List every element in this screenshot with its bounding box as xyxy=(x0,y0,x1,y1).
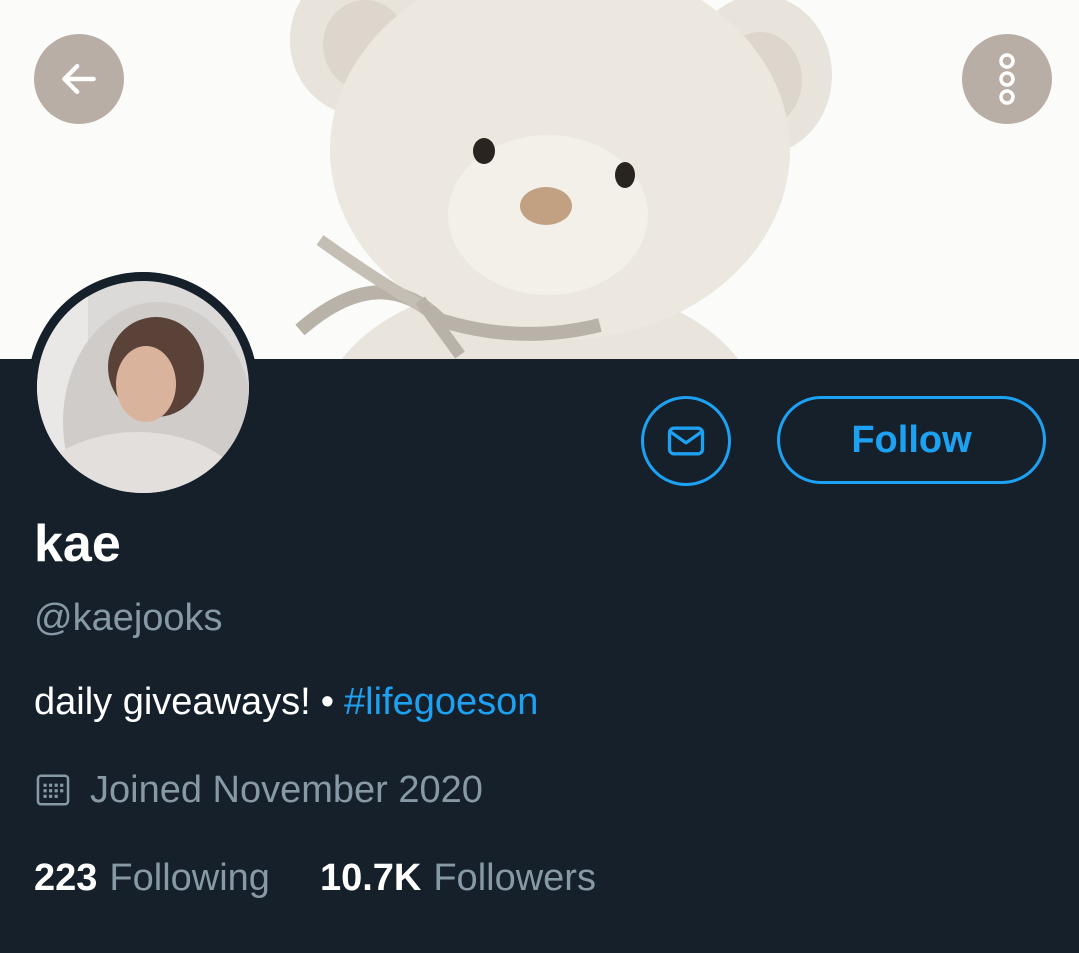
mail-icon xyxy=(667,426,705,456)
follow-button-label: Follow xyxy=(851,418,972,461)
followers-label: Followers xyxy=(433,857,596,899)
followers-link[interactable]: 10.7K Followers xyxy=(320,854,596,902)
arrow-left-icon xyxy=(62,63,96,95)
join-date: Joined November 2020 xyxy=(34,766,483,814)
more-vertical-icon xyxy=(999,53,1015,105)
follow-stats: 223 Following 10.7K Followers xyxy=(34,854,596,902)
bio-text: daily giveaways! xyxy=(34,681,311,723)
bio-hashtag-link[interactable]: #lifegoeson xyxy=(344,681,538,723)
avatar[interactable] xyxy=(28,272,258,502)
back-button[interactable] xyxy=(34,34,124,124)
following-link[interactable]: 223 Following xyxy=(34,854,270,902)
bio-separator: • xyxy=(320,681,334,723)
more-options-button[interactable] xyxy=(962,34,1052,124)
followers-count: 10.7K xyxy=(319,857,422,899)
calendar-icon xyxy=(36,774,70,806)
follow-button[interactable]: Follow xyxy=(777,396,1046,484)
following-count: 223 xyxy=(34,857,98,899)
following-label: Following xyxy=(109,857,270,899)
join-date-text: Joined November 2020 xyxy=(90,769,483,811)
bio: daily giveaways! • #lifegoeson xyxy=(34,678,538,726)
username-handle: @kaejooks xyxy=(34,597,223,639)
display-name: kae xyxy=(34,515,121,573)
message-button[interactable] xyxy=(641,396,731,486)
